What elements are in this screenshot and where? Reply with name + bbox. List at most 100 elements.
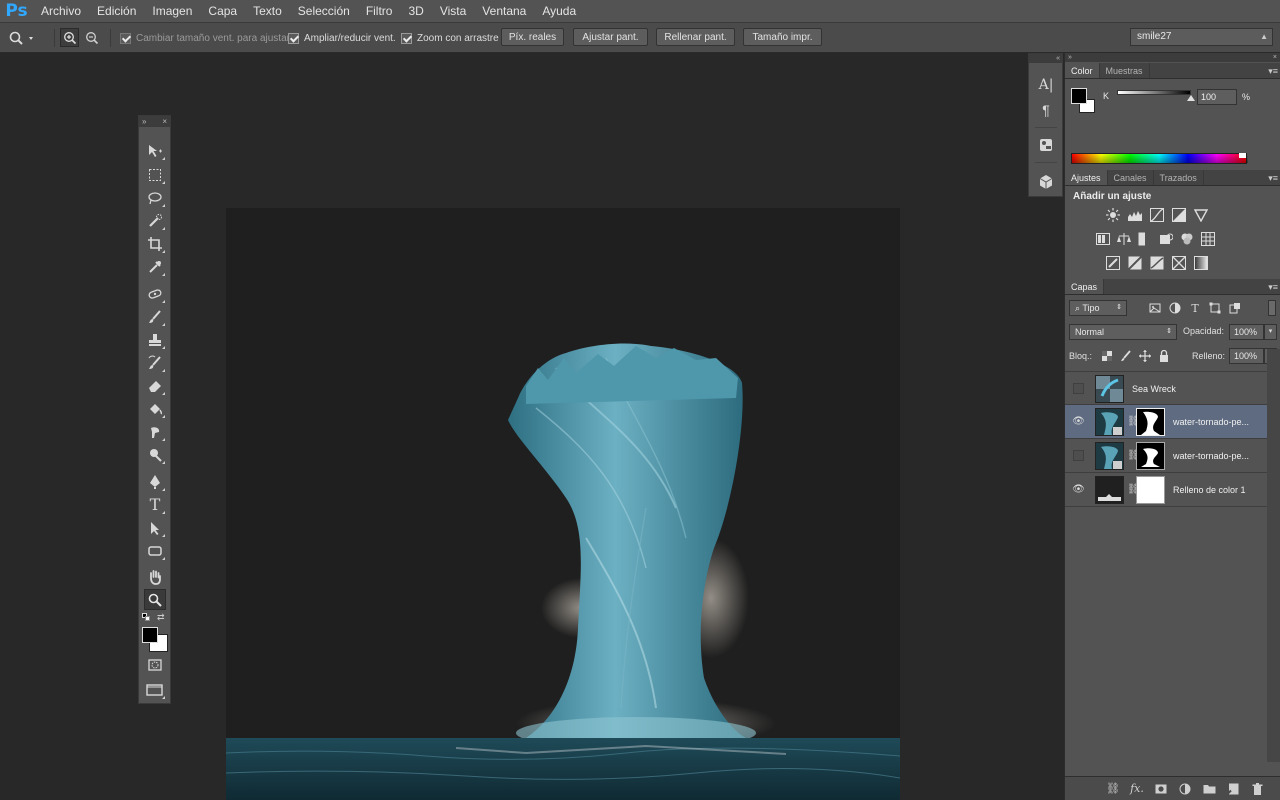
- link-layers-icon[interactable]: ⛓: [1101, 782, 1125, 795]
- tab-capas[interactable]: Capas: [1065, 279, 1105, 294]
- print-size-button[interactable]: Tamaño impr.: [743, 28, 822, 46]
- fill-field[interactable]: 100%: [1229, 348, 1264, 364]
- filter-shape-layers-icon[interactable]: [1207, 300, 1223, 316]
- move-tool[interactable]: [144, 140, 166, 161]
- layers-scrollbar[interactable]: [1267, 349, 1280, 762]
- photo-filter-icon[interactable]: [1158, 231, 1174, 247]
- menu-seleccion[interactable]: Selección: [290, 0, 358, 23]
- color-balance-icon[interactable]: [1116, 231, 1132, 247]
- layer-mask-thumbnail[interactable]: [1136, 442, 1165, 470]
- strip-header[interactable]: «: [1029, 54, 1063, 63]
- quick-mask-button[interactable]: [144, 654, 166, 675]
- channel-mixer-icon[interactable]: [1179, 231, 1195, 247]
- brightness-contrast-icon[interactable]: [1105, 207, 1121, 223]
- layer-mask-thumbnail[interactable]: [1136, 408, 1165, 436]
- layer-row-sea-wreck[interactable]: Sea Wreck: [1065, 371, 1267, 405]
- resize-windows-option[interactable]: Cambiar tamaño vent. para ajustar: [120, 23, 290, 53]
- tab-canales[interactable]: Canales: [1108, 170, 1154, 185]
- actual-pixels-button[interactable]: Píx. reales: [501, 28, 564, 46]
- selective-color-icon[interactable]: [1171, 255, 1187, 271]
- zoom-all-windows-option[interactable]: Ampliar/reducir vent.: [288, 23, 396, 53]
- scrubby-zoom-option[interactable]: Zoom con arrastre: [401, 23, 499, 53]
- zoom-tool-preset-picker[interactable]: [6, 23, 36, 53]
- k-value-field[interactable]: 100: [1197, 89, 1237, 105]
- layer-visibility-toggle[interactable]: [1072, 382, 1085, 395]
- threshold-icon[interactable]: [1149, 255, 1165, 271]
- clone-stamp-tool[interactable]: [144, 329, 166, 350]
- 3d-panel-icon[interactable]: [1035, 171, 1057, 193]
- type-tool[interactable]: T: [144, 494, 166, 515]
- close-dock-icon[interactable]: ×: [1273, 53, 1277, 62]
- dodge-tool[interactable]: [144, 444, 166, 465]
- vibrance-icon[interactable]: [1193, 207, 1209, 223]
- zoom-tool[interactable]: [144, 589, 166, 610]
- layer-visibility-toggle[interactable]: 👁: [1072, 415, 1085, 428]
- color-spectrum-ramp[interactable]: [1071, 153, 1248, 164]
- menu-ventana[interactable]: Ventana: [474, 0, 534, 23]
- black-white-icon[interactable]: [1137, 231, 1153, 247]
- panel-menu-icon[interactable]: ▾≡: [1268, 173, 1278, 184]
- menu-imagen[interactable]: Imagen: [144, 0, 200, 23]
- menu-edicion[interactable]: Edición: [89, 0, 144, 23]
- panel-menu-icon[interactable]: ▾≡: [1268, 66, 1278, 77]
- marquee-tool[interactable]: [144, 164, 166, 185]
- workspace-select[interactable]: smile27 ▲: [1130, 28, 1273, 46]
- path-selection-tool[interactable]: [144, 517, 166, 538]
- close-panel-icon[interactable]: ×: [162, 117, 167, 126]
- levels-icon[interactable]: [1127, 207, 1143, 223]
- opacity-dropdown-arrow[interactable]: ▾: [1264, 324, 1277, 340]
- exposure-icon[interactable]: [1171, 207, 1187, 223]
- delete-layer-icon[interactable]: [1245, 782, 1269, 795]
- hand-tool[interactable]: [144, 566, 166, 587]
- blur-tool[interactable]: [144, 421, 166, 442]
- filter-adjustment-layers-icon[interactable]: [1167, 300, 1183, 316]
- paragraph-panel-icon[interactable]: ¶: [1035, 99, 1057, 121]
- paint-bucket-tool[interactable]: [144, 398, 166, 419]
- blend-mode-select[interactable]: Normal ⇕: [1069, 324, 1177, 340]
- menu-vista[interactable]: Vista: [432, 0, 474, 23]
- character-panel-icon[interactable]: A|: [1035, 74, 1057, 96]
- resize-windows-checkbox[interactable]: [120, 32, 131, 44]
- filter-smart-objects-icon[interactable]: [1227, 300, 1243, 316]
- hue-saturation-icon[interactable]: [1095, 231, 1111, 247]
- layer-filter-select[interactable]: ⌕ Tipo ⇕: [1069, 300, 1127, 316]
- new-layer-icon[interactable]: [1221, 783, 1245, 795]
- healing-brush-tool[interactable]: [144, 283, 166, 304]
- tab-muestras[interactable]: Muestras: [1100, 63, 1150, 78]
- eraser-tool[interactable]: [144, 375, 166, 396]
- menu-3d[interactable]: 3D: [400, 0, 431, 23]
- lock-position-icon[interactable]: [1137, 348, 1153, 364]
- pen-tool[interactable]: [144, 471, 166, 492]
- default-colors-icon[interactable]: [142, 613, 150, 621]
- swap-colors-icon[interactable]: ⇄: [157, 612, 165, 623]
- layer-visibility-toggle[interactable]: [1072, 449, 1085, 462]
- brush-tool[interactable]: [144, 306, 166, 327]
- color-lookup-icon[interactable]: [1200, 231, 1216, 247]
- layer-mask-thumbnail[interactable]: [1136, 476, 1165, 504]
- eyedropper-tool[interactable]: [144, 256, 166, 277]
- foreground-color-swatch[interactable]: [142, 627, 158, 643]
- filter-type-layers-icon[interactable]: T: [1187, 300, 1203, 316]
- tools-panel-header[interactable]: » ×: [139, 116, 170, 127]
- menu-filtro[interactable]: Filtro: [358, 0, 401, 23]
- document-canvas[interactable]: [226, 208, 900, 800]
- scrubby-zoom-checkbox[interactable]: [401, 32, 412, 44]
- photoshop-logo[interactable]: Ps: [0, 0, 33, 23]
- layer-style-icon[interactable]: fx.: [1125, 782, 1149, 795]
- zoom-out-button[interactable]: [82, 28, 101, 47]
- lasso-tool[interactable]: [144, 187, 166, 208]
- zoom-in-button[interactable]: [60, 28, 79, 47]
- opacity-field[interactable]: 100%: [1229, 324, 1264, 340]
- layer-row-water-tornado-1[interactable]: 👁 ⛓ water-tornado-pe...: [1065, 405, 1267, 439]
- fit-screen-button[interactable]: Ajustar pant.: [573, 28, 648, 46]
- adjustments-presets-icon[interactable]: [1035, 134, 1057, 156]
- color-foreground-swatch[interactable]: [1071, 88, 1087, 104]
- fill-screen-button[interactable]: Rellenar pant.: [656, 28, 735, 46]
- new-adjustment-layer-icon[interactable]: [1173, 783, 1197, 795]
- crop-tool[interactable]: [144, 233, 166, 254]
- curves-icon[interactable]: [1149, 207, 1165, 223]
- quick-selection-tool[interactable]: [144, 210, 166, 231]
- layer-row-water-tornado-2[interactable]: ⛓ water-tornado-pe...: [1065, 439, 1267, 473]
- gradient-map-icon[interactable]: [1193, 255, 1209, 271]
- menu-ayuda[interactable]: Ayuda: [534, 0, 584, 23]
